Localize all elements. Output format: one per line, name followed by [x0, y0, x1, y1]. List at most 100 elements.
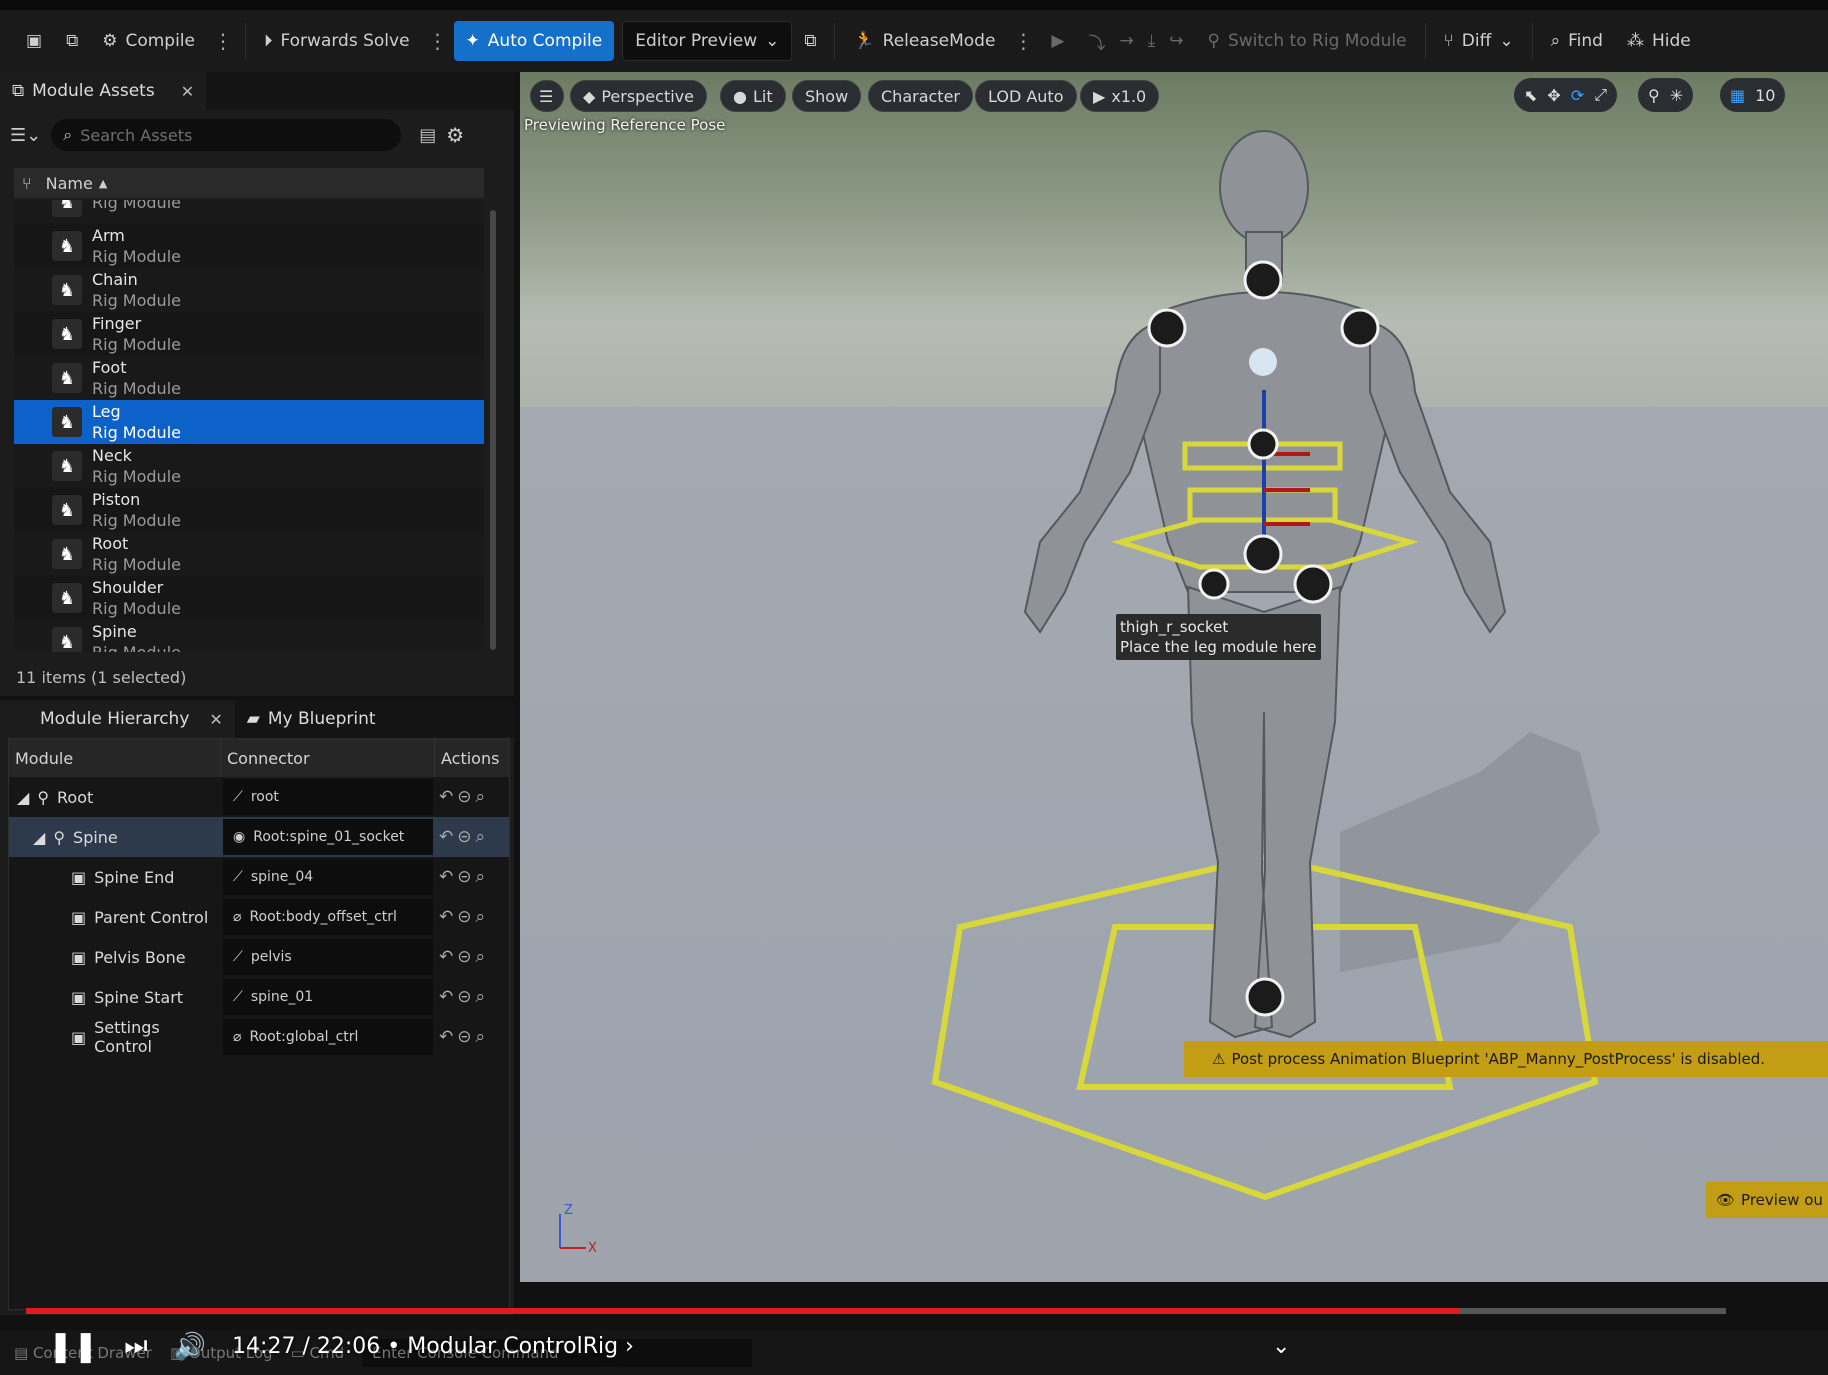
- play-icon[interactable]: ▶: [1039, 21, 1076, 61]
- connector-field[interactable]: ⟋ root: [223, 779, 433, 815]
- step-into-icon[interactable]: ⤵: [1088, 29, 1105, 54]
- reset-icon[interactable]: ⊝: [457, 947, 471, 967]
- connector-field[interactable]: ⟋ spine_01: [223, 979, 433, 1015]
- search-icon[interactable]: ⌕: [476, 947, 486, 967]
- table-row[interactable]: ▣ Parent Control ⌀ Root:body_offset_ctrl ↶…: [9, 897, 509, 937]
- search-input[interactable]: ⌕ Search Assets: [51, 119, 402, 151]
- list-item[interactable]: ♞ Root Rig Module: [14, 532, 484, 576]
- reset-icon[interactable]: ⊝: [457, 1027, 471, 1047]
- connector-field[interactable]: ⌀ Root:global_ctrl: [223, 1019, 433, 1055]
- table-row[interactable]: ◢ ⚲ Root ⟋ root ↶ ⊝ ⌕: [9, 777, 509, 817]
- table-row[interactable]: ▣ Spine End ⟋ spine_04 ↶ ⊝ ⌕: [9, 857, 509, 897]
- viewport-menu-icon[interactable]: ☰: [530, 80, 564, 112]
- filter-icon[interactable]: ☰⌄: [10, 125, 41, 146]
- list-item[interactable]: ♞ Foot Rig Module: [14, 356, 484, 400]
- undo-icon[interactable]: ↶: [439, 787, 453, 807]
- playback-speed-button[interactable]: ▶ x1.0: [1080, 80, 1160, 112]
- undo-icon[interactable]: ↶: [439, 867, 453, 887]
- diff-button[interactable]: ⑂ Diff ⌄: [1432, 21, 1526, 61]
- search-icon[interactable]: ⌕: [476, 987, 486, 1007]
- auto-compile-button[interactable]: ✦ Auto Compile: [453, 21, 615, 61]
- character-button[interactable]: Character: [868, 80, 973, 112]
- video-title[interactable]: Modular ControlRig: [407, 1334, 618, 1359]
- search-icon[interactable]: ⌕: [476, 907, 486, 927]
- sort-ascending-icon[interactable]: ▲: [93, 177, 107, 190]
- search-icon[interactable]: ⌕: [476, 827, 486, 847]
- compile-options-icon[interactable]: ⋮: [207, 29, 239, 53]
- undo-icon[interactable]: ↶: [439, 907, 453, 927]
- forwards-solve-button[interactable]: ⏵ Forwards Solve: [252, 21, 422, 61]
- pause-icon[interactable]: ❚❚: [48, 1329, 98, 1364]
- connector-field[interactable]: ⟋ spine_04: [223, 859, 433, 895]
- preview-asset-icon[interactable]: ⧉: [792, 21, 828, 61]
- reset-icon[interactable]: ⊝: [457, 787, 471, 807]
- compile-button[interactable]: ⚙ Compile: [90, 21, 207, 61]
- undo-icon[interactable]: ↶: [439, 827, 453, 847]
- list-item[interactable]: ♞ Chain Rig Module: [14, 268, 484, 312]
- connector-field[interactable]: ◉ Root:spine_01_socket: [223, 819, 433, 855]
- translate-icon[interactable]: ✥: [1547, 86, 1560, 105]
- viewport[interactable]: ☰ ◆ Perspective ● Lit Show Character LOD A…: [520, 72, 1828, 1282]
- reset-icon[interactable]: ⊝: [457, 867, 471, 887]
- reset-icon[interactable]: ⊝: [457, 827, 471, 847]
- close-icon[interactable]: ✕: [209, 710, 222, 729]
- list-item-selected[interactable]: ♞ Leg Rig Module: [14, 400, 484, 444]
- chevron-down-icon[interactable]: ⌄: [1272, 1334, 1290, 1359]
- list-item[interactable]: ♞ Finger Rig Module: [14, 312, 484, 356]
- grid-icon[interactable]: ▦: [1730, 86, 1745, 105]
- step-out-icon[interactable]: ⤓: [1148, 31, 1156, 51]
- assets-column-header[interactable]: ⑂ Name ▲: [14, 168, 484, 198]
- save-icon[interactable]: ▣: [14, 21, 54, 61]
- editor-preview-dropdown[interactable]: Editor Preview ⌄: [622, 21, 793, 61]
- assets-scrollbar[interactable]: [490, 210, 496, 650]
- resume-icon[interactable]: ↪: [1169, 31, 1183, 51]
- tab-module-assets[interactable]: ⧉ Module Assets ✕: [0, 72, 207, 110]
- table-row[interactable]: ▣ Pelvis Bone ⟋ pelvis ↶ ⊝ ⌕: [9, 937, 509, 977]
- column-actions[interactable]: Actions: [435, 739, 509, 777]
- lod-button[interactable]: LOD Auto: [975, 80, 1077, 112]
- settings-gear-icon[interactable]: ⚙: [446, 123, 464, 147]
- collapse-arrow-icon[interactable]: ◢: [33, 828, 45, 847]
- release-mode-button[interactable]: 🏃 ReleaseMode: [841, 21, 1007, 61]
- list-item[interactable]: ♞ Arm Rig Module: [14, 224, 484, 268]
- folder-icon[interactable]: ▤: [419, 125, 436, 146]
- scale-icon[interactable]: ⤢: [1594, 85, 1607, 105]
- find-button[interactable]: ⌕ Find: [1539, 21, 1615, 61]
- step-buttons[interactable]: ⤵ → ⤓ ↪: [1076, 21, 1195, 61]
- video-progress-bar[interactable]: [26, 1308, 1726, 1314]
- search-icon[interactable]: ⌕: [476, 787, 486, 807]
- perspective-button[interactable]: ◆ Perspective: [570, 80, 707, 112]
- preview-out-button[interactable]: 👁 Preview ou: [1706, 1182, 1828, 1218]
- column-module[interactable]: Module: [9, 739, 221, 777]
- tab-my-blueprint[interactable]: ▰ My Blueprint: [234, 700, 388, 738]
- column-connector[interactable]: Connector: [221, 739, 435, 777]
- undo-icon[interactable]: ↶: [439, 1027, 453, 1047]
- tab-module-hierarchy[interactable]: Module Hierarchy ✕: [0, 700, 235, 738]
- lit-button[interactable]: ● Lit: [720, 80, 786, 112]
- list-item[interactable]: ♞ Piston Rig Module: [14, 488, 484, 532]
- list-item[interactable]: ♞ Shoulder Rig Module: [14, 576, 484, 620]
- table-row[interactable]: ▣ Spine Start ⟋ spine_01 ↶ ⊝ ⌕: [9, 977, 509, 1017]
- next-icon[interactable]: ⏭: [124, 1331, 147, 1362]
- step-over-icon[interactable]: →: [1119, 31, 1133, 51]
- browse-icon[interactable]: ⧉: [54, 21, 90, 61]
- surface-snap-icon[interactable]: ✳: [1670, 86, 1683, 105]
- undo-icon[interactable]: ↶: [439, 947, 453, 967]
- collapse-arrow-icon[interactable]: ◢: [17, 788, 29, 807]
- tree-view-icon[interactable]: ⑂: [14, 174, 46, 193]
- search-icon[interactable]: ⌕: [476, 1027, 486, 1047]
- solve-options-icon[interactable]: ⋮: [422, 29, 454, 53]
- connector-field[interactable]: ⟋ pelvis: [223, 939, 433, 975]
- close-icon[interactable]: ✕: [181, 82, 194, 101]
- reset-icon[interactable]: ⊝: [457, 907, 471, 927]
- search-icon[interactable]: ⌕: [476, 867, 486, 887]
- hide-button[interactable]: ⁂ Hide: [1615, 21, 1703, 61]
- list-item[interactable]: ♞ Rig Module: [14, 200, 484, 224]
- table-row[interactable]: ▣ Settings Control ⌀ Root:global_ctrl ↶ ⊝ ⌕: [9, 1017, 509, 1057]
- list-item[interactable]: ♞ Neck Rig Module: [14, 444, 484, 488]
- grid-snap[interactable]: ▦ 10: [1720, 78, 1786, 112]
- rotate-icon[interactable]: ⟳: [1571, 86, 1584, 105]
- release-options-icon[interactable]: ⋮: [1007, 29, 1039, 53]
- undo-icon[interactable]: ↶: [439, 987, 453, 1007]
- reset-icon[interactable]: ⊝: [457, 987, 471, 1007]
